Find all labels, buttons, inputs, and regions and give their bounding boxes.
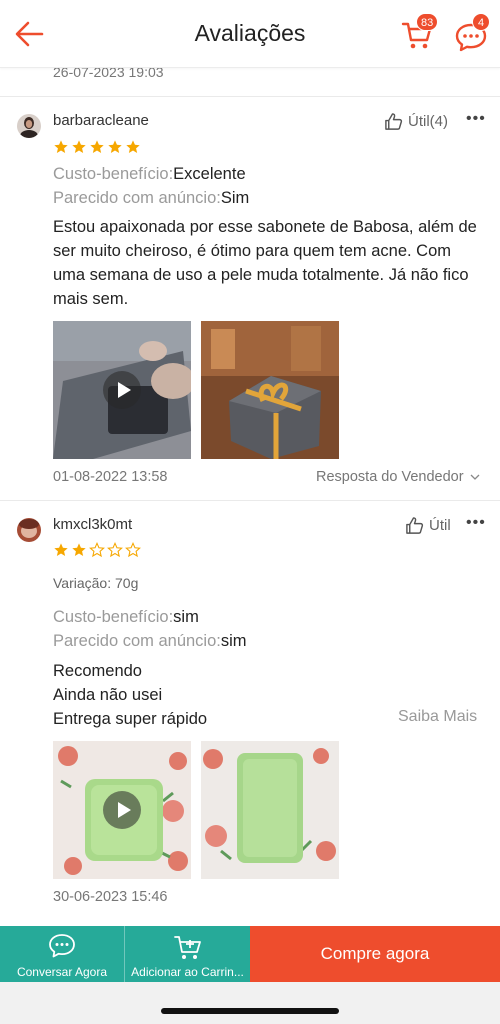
chat-count-badge: 4 [472,13,490,31]
review-text-line: Ainda não usei [53,686,163,704]
review-text: Estou apaixonada por esse sabonete de Ba… [53,218,477,308]
star-rating [53,139,141,155]
similar-value: sim [220,632,247,650]
cart-button[interactable]: 83 [398,13,439,56]
star-filled-icon [90,140,104,153]
review-card: kmxcl3k0mt Útil ••• Variação: 70g Custo-… [0,500,500,920]
similar-row: Parecido com anúncio:sim [53,632,247,651]
review-date: 01-08-2022 13:58 [53,469,168,485]
review-photo[interactable] [201,321,339,459]
avatar[interactable] [17,114,41,138]
cost-benefit-key: Custo-benefício: [53,165,174,183]
star-rating [53,542,141,558]
similar-key: Parecido com anúncio: [53,632,221,650]
avatar[interactable] [17,518,41,542]
review-text-line: Recomendo [53,662,142,680]
star-empty-icon [125,542,141,558]
helpful-button[interactable]: Útil(4) [384,112,448,131]
thumbs-up-icon [385,113,403,130]
star-filled-icon [108,140,122,153]
add-to-cart-label: Adicionar ao Carrin... [131,965,244,979]
helpful-button[interactable]: Útil [405,516,451,535]
chevron-down-icon [470,474,480,480]
add-to-cart-icon [173,936,201,959]
review-video-thumbnail[interactable] [53,321,191,459]
cost-benefit-key: Custo-benefício: [53,608,174,626]
star-filled-icon [72,140,86,153]
cost-benefit-row: Custo-benefício:sim [53,608,199,627]
thumbs-up-icon [406,517,424,534]
home-indicator[interactable] [161,1008,339,1014]
review-date: 30-06-2023 15:46 [53,889,168,905]
helpful-label: Útil(4) [408,113,448,130]
chat-button[interactable]: 4 [452,13,492,56]
star-empty-icon [89,542,105,558]
star-empty-icon [107,542,123,558]
read-more-link[interactable]: Saiba Mais [398,708,477,726]
home-indicator-area [0,982,500,1024]
reviewer-name: barbaracleane [53,112,149,129]
cost-benefit-value: Excelente [173,165,246,183]
chat-now-label: Conversar Agora [16,965,108,979]
header-bar: Avaliações 83 4 [0,0,500,68]
play-icon [103,371,141,409]
more-options-button[interactable]: ••• [466,110,486,128]
star-filled-icon [72,543,86,556]
review-card: barbaracleane Útil(4) ••• Custo-benefíci… [0,96,500,500]
review-video-thumbnail[interactable] [53,741,191,879]
helpful-label: Útil [429,517,451,534]
variation-label: Variação: 70g [53,575,139,591]
similar-key: Parecido com anúncio: [53,189,221,207]
chat-now-button[interactable]: Conversar Agora [0,926,124,982]
play-icon [103,791,141,829]
similar-value: Sim [220,189,250,207]
add-to-cart-button[interactable]: Adicionar ao Carrin... [124,926,250,982]
buy-now-button[interactable]: Compre agora [250,926,500,982]
bottom-action-bar: Conversar Agora Adicionar ao Carrin... C… [0,926,500,982]
cart-count-badge: 83 [416,13,439,31]
reviewer-name: kmxcl3k0mt [53,516,133,533]
seller-reply-label: Resposta do Vendedor [316,469,464,485]
seller-reply-toggle[interactable]: Resposta do Vendedor [316,469,480,485]
review-photo[interactable] [201,741,339,879]
chat-icon [49,934,75,958]
star-filled-icon [126,140,140,153]
star-filled-icon [54,140,68,153]
more-options-button[interactable]: ••• [466,514,486,532]
review-text-line: Entrega super rápido [53,710,208,728]
similar-row: Parecido com anúncio:Sim [53,189,249,208]
cost-benefit-value: sim [173,608,199,626]
cost-benefit-row: Custo-benefício:Excelente [53,165,246,184]
star-filled-icon [54,543,68,556]
buy-now-label: Compre agora [320,944,430,963]
